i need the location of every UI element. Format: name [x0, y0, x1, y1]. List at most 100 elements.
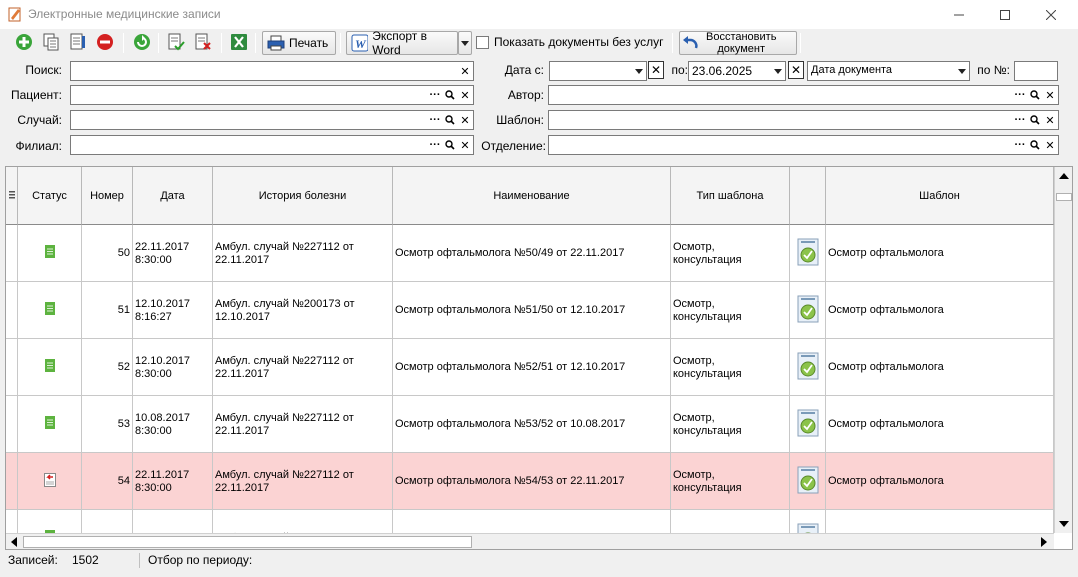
toolbar-separator [158, 33, 159, 53]
maximize-button[interactable] [982, 0, 1028, 29]
table-row[interactable]: 52 12.10.2017 8:30:00 Амбул. случай №22711… [6, 339, 1054, 396]
date-type-value: Дата документа [811, 64, 893, 76]
row-indicator-cell [6, 339, 18, 396]
export-word-button[interactable]: W Экспорт в Word [346, 29, 458, 57]
template-type-cell-text: Осмотр, консультация [673, 411, 742, 437]
number-cell-text: 51 [117, 304, 130, 316]
department-field[interactable]: ··· ✕ [548, 135, 1059, 155]
clear-date-from-button[interactable]: ✕ [648, 61, 664, 79]
template-cell-text: Осмотр офтальмолога [828, 475, 944, 487]
ellipsis-icon[interactable]: ··· [429, 137, 441, 153]
chevron-down-icon[interactable] [774, 69, 782, 74]
unsign-icon[interactable] [193, 32, 213, 52]
branch-label: Филиал: [15, 139, 62, 153]
template-type-cell: Осмотр, консультация [671, 225, 790, 282]
column-header-template-type[interactable]: Тип шаблона [671, 167, 790, 225]
vertical-scrollbar[interactable] [1054, 167, 1072, 533]
table-row[interactable]: 51 12.10.2017 8:16:27 Амбул. случай №20017… [6, 282, 1054, 339]
export-dropdown-button[interactable] [458, 31, 472, 55]
add-icon[interactable] [14, 32, 34, 52]
clear-date-to-button[interactable]: ✕ [788, 61, 804, 79]
column-header-number[interactable]: Номер [82, 167, 133, 225]
search-icon[interactable] [1029, 137, 1041, 153]
clear-search-icon[interactable]: ✕ [459, 63, 471, 79]
search-icon[interactable] [1029, 112, 1041, 128]
horizontal-scrollbar[interactable] [6, 533, 1054, 549]
search-icon[interactable] [444, 87, 456, 103]
author-field[interactable]: ··· ✕ [548, 85, 1059, 105]
chevron-down-icon[interactable] [958, 69, 966, 74]
ellipsis-icon[interactable]: ··· [429, 87, 441, 103]
table-row[interactable]: 53 10.08.2017 8:30:00 Амбул. случай №22711… [6, 396, 1054, 453]
clear-icon[interactable]: ✕ [1044, 112, 1056, 128]
close-button[interactable] [1028, 0, 1074, 29]
template-type-cell: Осмотр, консультация [671, 339, 790, 396]
search-icon[interactable] [444, 137, 456, 153]
template-icon [797, 352, 819, 384]
minimize-button[interactable] [936, 0, 982, 29]
chevron-down-icon [461, 41, 469, 46]
column-header-template-icon[interactable] [790, 167, 826, 225]
ellipsis-icon[interactable]: ··· [429, 112, 441, 128]
status-cell [18, 396, 82, 453]
sign-icon[interactable] [166, 32, 186, 52]
column-header-history[interactable]: История болезни [213, 167, 393, 225]
records-grid[interactable]: Статус Номер Дата История болезни Наимен… [5, 166, 1073, 550]
row-indicator-cell [6, 396, 18, 453]
window-title: Электронные медицинские записи [28, 7, 221, 21]
case-label: Случай: [17, 113, 62, 127]
scroll-down-icon[interactable] [1056, 516, 1072, 532]
table-row[interactable]: 54 22.11.2017 8:30:00 Амбул. случай №22711… [6, 453, 1054, 510]
column-chooser-icon [8, 190, 15, 198]
search-icon[interactable] [1029, 87, 1041, 103]
refresh-icon[interactable] [132, 32, 152, 52]
date-to-label: по: [671, 63, 688, 77]
template-field[interactable]: ··· ✕ [548, 110, 1059, 130]
document-name-cell-text: Осмотр офтальмолога №51/50 от 12.10.2017 [395, 304, 626, 316]
print-button[interactable]: Печать [262, 31, 336, 55]
date-cell-text: 22.11.2017 8:30:00 [135, 240, 190, 266]
status-bar: Записей: 1502 Отбор по периоду: [0, 551, 1078, 571]
date-type-select[interactable]: Дата документа [807, 61, 970, 81]
vertical-scroll-thumb[interactable] [1056, 193, 1072, 201]
edit-icon[interactable] [68, 32, 88, 52]
chevron-down-icon[interactable] [635, 69, 643, 74]
delete-icon[interactable] [95, 32, 115, 52]
excel-icon[interactable] [229, 32, 249, 52]
table-row[interactable]: 50 22.11.2017 8:30:00 Амбул. случай №22711… [6, 225, 1054, 282]
clear-icon[interactable]: ✕ [1044, 87, 1056, 103]
history-cell: Амбул. случай №227112 от 22.11.2017 [213, 339, 393, 396]
show-docs-checkbox[interactable] [476, 35, 489, 49]
date-from-input[interactable] [549, 61, 647, 81]
department-label: Отделение: [481, 139, 546, 153]
scroll-up-icon[interactable] [1056, 168, 1072, 184]
number-input[interactable] [1014, 61, 1058, 81]
date-to-input[interactable]: 23.06.2025 [688, 61, 786, 81]
case-field[interactable]: ··· ✕ [70, 110, 474, 130]
show-docs-without-services[interactable]: Показать документы без услуг [476, 35, 664, 49]
column-header-name[interactable]: Наименование [393, 167, 671, 225]
number-cell-text: 52 [117, 361, 130, 373]
horizontal-scroll-thumb[interactable] [23, 536, 472, 548]
column-header-date[interactable]: Дата [133, 167, 213, 225]
ellipsis-icon[interactable]: ··· [1014, 87, 1026, 103]
search-icon[interactable] [444, 112, 456, 128]
history-cell-text: Амбул. случай №227112 от 22.11.2017 [215, 354, 354, 380]
row-indicator-header[interactable] [6, 167, 18, 225]
search-input[interactable]: ✕ [70, 61, 474, 81]
date-cell-text: 12.10.2017 8:30:00 [135, 354, 191, 380]
template-cell: Осмотр офтальмолога [826, 282, 1054, 339]
restore-document-button[interactable]: Восстановить документ [679, 31, 797, 55]
column-header-status[interactable]: Статус [18, 167, 82, 225]
scroll-right-icon[interactable] [1036, 534, 1052, 549]
ellipsis-icon[interactable]: ··· [1014, 137, 1026, 153]
copy-icon[interactable] [41, 32, 61, 52]
template-icon [797, 409, 819, 441]
scroll-left-icon[interactable] [6, 534, 22, 549]
column-header-template[interactable]: Шаблон [826, 167, 1054, 225]
clear-icon[interactable]: ✕ [1044, 137, 1056, 153]
branch-field[interactable]: ··· ✕ [70, 135, 474, 155]
search-label: Поиск: [25, 63, 62, 77]
ellipsis-icon[interactable]: ··· [1014, 112, 1026, 128]
patient-field[interactable]: ··· ✕ [70, 85, 474, 105]
